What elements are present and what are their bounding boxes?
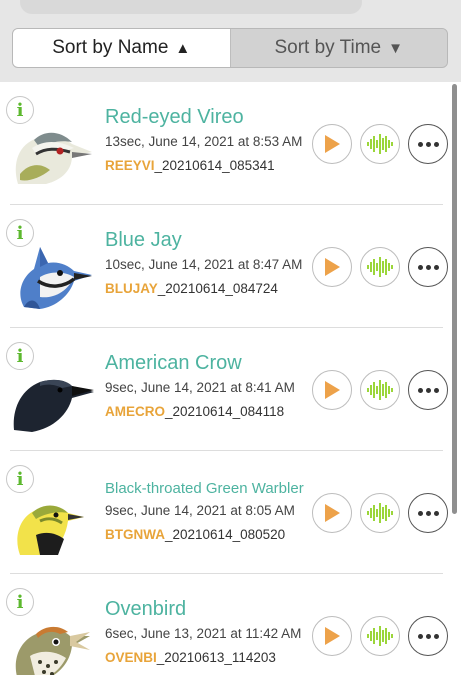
recording-meta: 13sec, June 14, 2021 at 8:53 AM [105,134,303,149]
waveform-icon [367,257,393,277]
more-options-button[interactable] [408,493,448,533]
recording-filename: AMECRO_20210614_084118 [105,404,284,419]
info-icon[interactable]: i [6,588,34,616]
play-button[interactable] [312,616,352,656]
bird-name[interactable]: American Crow [105,352,242,375]
bird-name[interactable]: Red-eyed Vireo [105,106,244,129]
recording-meta: 9sec, June 14, 2021 at 8:41 AM [105,380,295,395]
waveform-icon [367,380,393,400]
file-suffix: _20210613_114203 [156,650,276,665]
list-item[interactable]: i Black-throated Green Warbler 9sec, Jun… [0,451,461,574]
black-throated-green-warbler-icon [10,483,94,557]
more-options-button[interactable] [408,370,448,410]
sort-descending-icon: ▼ [388,39,403,57]
list-item[interactable]: i Ovenbird 6sec, June 13, 2021 at 11:42 … [0,574,461,675]
more-icon [417,141,439,147]
file-suffix: _20210614_084724 [157,281,278,296]
recording-filename: BLUJAY_20210614_084724 [105,281,278,296]
species-code: BLUJAY [105,281,158,296]
recording-filename: BTGNWA_20210614_080520 [105,527,285,542]
play-icon [325,504,340,522]
more-options-button[interactable] [408,616,448,656]
ovenbird-icon [10,606,94,675]
more-icon [417,633,439,639]
file-suffix: _20210614_085341 [154,158,275,173]
american-crow-icon [10,360,94,434]
waveform-icon [367,626,393,646]
species-code: AMECRO [105,404,165,419]
play-button[interactable] [312,247,352,287]
search-bar[interactable] [20,0,362,14]
header-area: Sort by Name ▲ Sort by Time ▼ [0,0,461,82]
file-suffix: _20210614_080520 [165,527,286,542]
recording-meta: 9sec, June 14, 2021 at 8:05 AM [105,503,295,518]
spectrogram-button[interactable] [360,616,400,656]
bird-name[interactable]: Black-throated Green Warbler [105,480,304,497]
play-icon [325,258,340,276]
spectrogram-button[interactable] [360,370,400,410]
sort-ascending-icon: ▲ [175,39,191,57]
play-icon [325,627,340,645]
info-icon[interactable]: i [6,96,34,124]
scrollbar[interactable] [452,84,457,514]
info-icon[interactable]: i [6,219,34,247]
recording-filename: OVENBI_20210613_114203 [105,650,276,665]
bird-name[interactable]: Blue Jay [105,229,182,252]
more-icon [417,510,439,516]
spectrogram-button[interactable] [360,124,400,164]
list-item[interactable]: i Red-eyed Vireo 13sec, June 14, 2021 at… [0,82,461,205]
species-code: OVENBI [105,650,157,665]
play-icon [325,381,340,399]
play-button[interactable] [312,124,352,164]
sort-segmented-control: Sort by Name ▲ Sort by Time ▼ [12,28,448,68]
info-icon[interactable]: i [6,342,34,370]
more-icon [417,264,439,270]
list-item[interactable]: i Blue Jay 10sec, June 14, 2021 at 8:47 … [0,205,461,328]
sort-by-name-button[interactable]: Sort by Name ▲ [13,29,230,67]
spectrogram-button[interactable] [360,493,400,533]
red-eyed-vireo-icon [10,114,94,188]
recording-meta: 6sec, June 13, 2021 at 11:42 AM [105,626,302,641]
blue-jay-icon [10,237,94,311]
sort-by-name-label: Sort by Name [52,37,169,58]
play-button[interactable] [312,493,352,533]
play-button[interactable] [312,370,352,410]
spectrogram-button[interactable] [360,247,400,287]
bird-name[interactable]: Ovenbird [105,598,186,621]
sort-by-time-button[interactable]: Sort by Time ▼ [229,29,447,67]
waveform-icon [367,134,393,154]
play-icon [325,135,340,153]
file-suffix: _20210614_084118 [165,404,285,419]
species-code: BTGNWA [105,527,165,542]
more-options-button[interactable] [408,247,448,287]
recording-filename: REEYVI_20210614_085341 [105,158,275,173]
waveform-icon [367,503,393,523]
sort-by-time-label: Sort by Time [274,37,382,58]
info-icon[interactable]: i [6,465,34,493]
species-code: REEYVI [105,158,155,173]
recording-meta: 10sec, June 14, 2021 at 8:47 AM [105,257,303,272]
list-item[interactable]: i American Crow 9sec, June 14, 2021 at 8… [0,328,461,451]
more-options-button[interactable] [408,124,448,164]
more-icon [417,387,439,393]
recordings-list[interactable]: i Red-eyed Vireo 13sec, June 14, 2021 at… [0,82,461,675]
